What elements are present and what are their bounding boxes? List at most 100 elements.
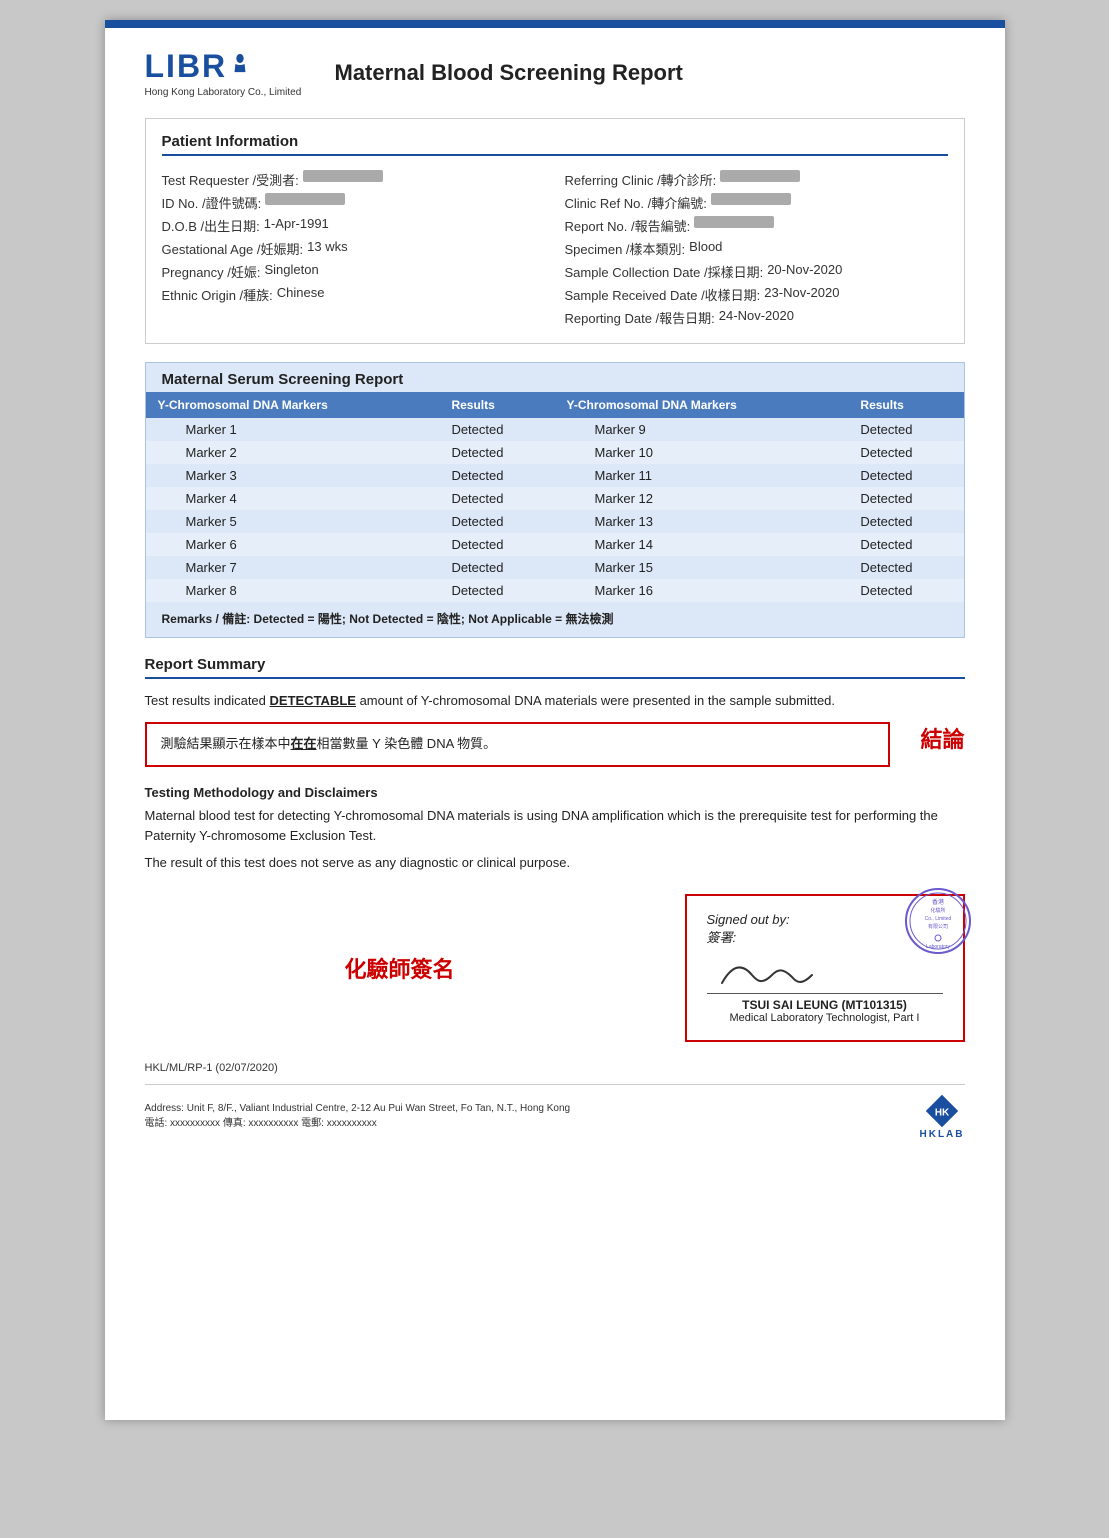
logo-area: LIBR Hong Kong Laboratory Co., Limited (145, 48, 305, 98)
logo-libra: LIBR (145, 48, 228, 85)
signature-drawing (717, 955, 837, 991)
methodology-title: Testing Methodology and Disclaimers (145, 785, 965, 800)
patient-row: Gestational Age /妊娠期: 13 wks (162, 237, 545, 260)
patient-row: ID No. /證件號碼: (162, 191, 545, 214)
marker-result: Detected (439, 418, 554, 441)
svg-text:HK: HK (935, 1107, 950, 1118)
address-text: Address: Unit F, 8/F., Valiant Industria… (145, 1103, 571, 1114)
bottom-bar: Address: Unit F, 8/F., Valiant Industria… (145, 1084, 965, 1140)
hklab-diamond-icon: HK (924, 1093, 960, 1129)
address-area: Address: Unit F, 8/F., Valiant Industria… (145, 1103, 571, 1129)
marker-name: Marker 1 (146, 418, 440, 441)
remarks-row: Remarks / 備註: Detected = 陽性; Not Detecte… (146, 602, 964, 627)
patient-grid: Test Requester /受測者: ID No. /證件號碼: D.O.B… (162, 168, 948, 329)
col1-header: Y-Chromosomal DNA Markers (146, 392, 440, 418)
marker-name: Marker 15 (554, 556, 848, 579)
summary-section: Report Summary Test results indicated DE… (145, 656, 965, 767)
marker-result: Detected (439, 579, 554, 602)
patient-section-title: Patient Information (162, 133, 948, 156)
patient-row: Report No. /報告編號: (565, 214, 948, 237)
marker-name: Marker 4 (146, 487, 440, 510)
marker-result: Detected (439, 510, 554, 533)
patient-row: Ethnic Origin /種族: Chinese (162, 283, 545, 306)
svg-text:化驗所: 化驗所 (930, 907, 945, 914)
markers-table: Y-Chromosomal DNA Markers Results Y-Chro… (146, 392, 964, 602)
redacted-value (694, 216, 774, 228)
marker-name: Marker 10 (554, 441, 848, 464)
methodology-text1: Maternal blood test for detecting Y-chro… (145, 806, 965, 848)
redacted-value (711, 193, 791, 205)
svg-text:香港: 香港 (931, 898, 943, 906)
summary-section-title: Report Summary (145, 656, 965, 679)
header: LIBR Hong Kong Laboratory Co., Limited M… (145, 48, 965, 98)
marker-result: Detected (439, 441, 554, 464)
company-stamp: 香港 化驗所 Co., Limited 有限公司 Laboratory (903, 886, 973, 956)
summary-text: Test results indicated DETECTABLE amount… (145, 691, 965, 712)
marker-name: Marker 12 (554, 487, 848, 510)
redacted-value (303, 170, 383, 182)
signature-area: 化驗師簽名 香港 化驗所 Co., Limited 有限公司 Laborator… (145, 894, 965, 1042)
footer-ref: HKL/ML/RP-1 (02/07/2020) (145, 1062, 965, 1074)
libra-icon (229, 52, 251, 74)
marker-name: Marker 6 (146, 533, 440, 556)
methodology-text2: The result of this test does not serve a… (145, 853, 965, 874)
marker-result: Detected (439, 533, 554, 556)
marker-result: Detected (439, 556, 554, 579)
patient-row: Referring Clinic /轉介診所: (565, 168, 948, 191)
redacted-value (265, 193, 345, 205)
marker-name: Marker 9 (554, 418, 848, 441)
patient-row: Test Requester /受測者: (162, 168, 545, 191)
marker-name: Marker 2 (146, 441, 440, 464)
chemist-label: 化驗師簽名 (145, 952, 655, 984)
hklab-text: HKLAB (920, 1129, 965, 1140)
marker-result: Detected (439, 464, 554, 487)
patient-row: Clinic Ref No. /轉介編號: (565, 191, 948, 214)
summary-text-before: Test results indicated (145, 693, 270, 708)
chinese-conclusion: 測驗結果顯示在樣本中在在相當數量 Y 染色體 DNA 物質。 (161, 734, 875, 755)
patient-row: Sample Received Date /收樣日期: 23-Nov-2020 (565, 283, 948, 306)
detectable-word: DETECTABLE (270, 693, 356, 708)
screening-section: Maternal Serum Screening Report Y-Chromo… (145, 362, 965, 638)
chinese-text-after: 相當數量 Y 染色體 DNA 物質。 (317, 736, 497, 751)
marker-result: Detected (848, 464, 963, 487)
report-page: LIBR Hong Kong Laboratory Co., Limited M… (105, 20, 1005, 1420)
marker-result: Detected (848, 579, 963, 602)
patient-row: Specimen /樣本類別: Blood (565, 237, 948, 260)
table-row: Marker 2 Detected Marker 10 Detected (146, 441, 964, 464)
chinese-text-before: 測驗結果顯示在樣本中 (161, 736, 291, 751)
marker-name: Marker 14 (554, 533, 848, 556)
hklab-logo: HK HKLAB (920, 1093, 965, 1140)
marker-name: Marker 7 (146, 556, 440, 579)
top-bar (105, 20, 1005, 28)
marker-name: Marker 16 (554, 579, 848, 602)
marker-name: Marker 11 (554, 464, 848, 487)
marker-name: Marker 13 (554, 510, 848, 533)
patient-row: Pregnancy /妊娠: Singleton (162, 260, 545, 283)
svg-text:Co., Limited: Co., Limited (924, 916, 951, 922)
patient-row: Sample Collection Date /採樣日期: 20-Nov-202… (565, 260, 948, 283)
conclusion-text-box: 測驗結果顯示在樣本中在在相當數量 Y 染色體 DNA 物質。 (145, 722, 891, 767)
signer-title: Medical Laboratory Technologist, Part I (707, 1012, 943, 1024)
signature-box: 香港 化驗所 Co., Limited 有限公司 Laboratory Sign… (685, 894, 965, 1042)
marker-name: Marker 5 (146, 510, 440, 533)
marker-result: Detected (848, 487, 963, 510)
logo-subtitle: Hong Kong Laboratory Co., Limited (145, 87, 302, 98)
chinese-underline: 在在 (291, 736, 317, 751)
marker-result: Detected (848, 533, 963, 556)
conclusion-box: 測驗結果顯示在樣本中在在相當數量 Y 染色體 DNA 物質。 結論 (145, 722, 965, 767)
table-row: Marker 8 Detected Marker 16 Detected (146, 579, 964, 602)
table-row: Marker 4 Detected Marker 12 Detected (146, 487, 964, 510)
marker-result: Detected (848, 418, 963, 441)
signer-name: TSUI SAI LEUNG (MT101315) (707, 998, 943, 1012)
conclusion-label: 結論 (920, 722, 964, 754)
patient-row: D.O.B /出生日期: 1-Apr-1991 (162, 214, 545, 237)
svg-text:有限公司: 有限公司 (927, 923, 947, 930)
report-title: Maternal Blood Screening Report (335, 60, 683, 86)
svg-text:Laboratory: Laboratory (926, 944, 950, 950)
col2-header: Results (439, 392, 554, 418)
table-row: Marker 1 Detected Marker 9 Detected (146, 418, 964, 441)
table-row: Marker 6 Detected Marker 14 Detected (146, 533, 964, 556)
redacted-value (720, 170, 800, 182)
marker-result: Detected (848, 510, 963, 533)
signature-line (707, 954, 943, 994)
